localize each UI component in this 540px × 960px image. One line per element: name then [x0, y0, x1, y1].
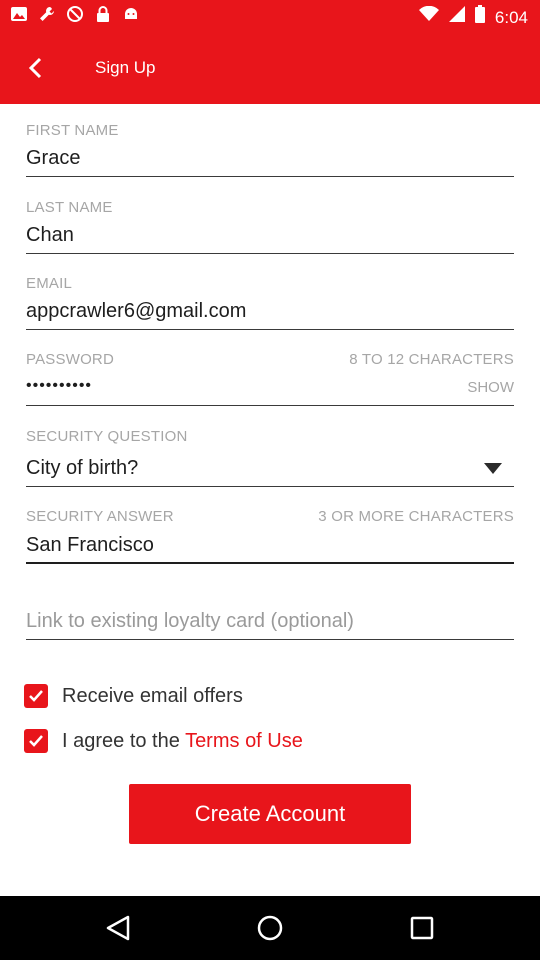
- home-circle-icon: [257, 915, 283, 941]
- status-time: 6:04: [494, 7, 528, 27]
- email-field[interactable]: EMAIL appcrawler6@gmail.com: [26, 272, 514, 334]
- email-offers-label: Receive email offers: [62, 684, 243, 707]
- email-underline: [26, 329, 514, 330]
- app-bar: Sign Up: [0, 32, 540, 104]
- first-name-label: FIRST NAME: [26, 122, 119, 139]
- terms-of-use-link[interactable]: Terms of Use: [185, 730, 303, 752]
- email-label: EMAIL: [26, 275, 73, 292]
- navigation-bar: [0, 896, 540, 960]
- system-icons: 6:04: [418, 5, 528, 30]
- back-arrow-icon: [28, 57, 42, 79]
- recents-square-icon: [410, 916, 434, 940]
- nav-home-button[interactable]: [254, 912, 286, 944]
- photo-icon: [10, 5, 28, 28]
- lock-icon: [94, 5, 112, 28]
- notification-icons: [10, 5, 140, 28]
- checkmark-icon: [29, 690, 43, 702]
- last-name-field[interactable]: LAST NAME Chan: [26, 195, 514, 257]
- android-icon: [122, 5, 140, 28]
- nav-back-button[interactable]: [102, 912, 134, 944]
- password-label: PASSWORD: [26, 351, 114, 368]
- security-answer-underline: [26, 562, 514, 564]
- checkmark-icon: [29, 735, 43, 747]
- security-question-underline: [26, 486, 514, 487]
- last-name-value[interactable]: Chan: [26, 224, 74, 247]
- security-question-select[interactable]: City of birth?: [26, 457, 138, 480]
- wrench-icon: [38, 5, 56, 28]
- signal-icon: [448, 6, 465, 29]
- security-question-label: SECURITY QUESTION: [26, 428, 188, 445]
- terms-checkbox[interactable]: [13, 718, 61, 766]
- nav-recents-button[interactable]: [406, 912, 438, 944]
- security-answer-hint: 3 OR MORE CHARACTERS: [318, 508, 514, 525]
- loyalty-card-field[interactable]: Link to existing loyalty card (optional): [26, 600, 514, 644]
- security-answer-label: SECURITY ANSWER: [26, 508, 174, 525]
- first-name-underline: [26, 176, 514, 177]
- last-name-underline: [26, 253, 514, 254]
- terms-prefix: I agree to the: [62, 729, 186, 752]
- status-bar: 6:04: [0, 0, 540, 32]
- password-hint: 8 TO 12 CHARACTERS: [349, 351, 514, 368]
- password-field[interactable]: PASSWORD 8 TO 12 CHARACTERS •••••••••• S…: [26, 348, 514, 410]
- create-account-button[interactable]: Create Account: [129, 784, 411, 844]
- terms-row[interactable]: I agree to the Terms of Use: [13, 718, 303, 766]
- terms-label: I agree to the Terms of Use: [62, 730, 303, 753]
- email-offers-checkbox[interactable]: [24, 684, 48, 708]
- back-button[interactable]: [14, 46, 58, 90]
- first-name-value[interactable]: Grace: [26, 147, 80, 170]
- loyalty-card-input[interactable]: Link to existing loyalty card (optional): [26, 610, 354, 633]
- security-answer-field[interactable]: SECURITY ANSWER 3 OR MORE CHARACTERS San…: [26, 505, 514, 567]
- blocked-icon: [66, 5, 84, 28]
- last-name-label: LAST NAME: [26, 199, 113, 216]
- loyalty-card-underline: [26, 639, 514, 640]
- security-question-field[interactable]: SECURITY QUESTION City of birth?: [26, 425, 514, 489]
- page-title: Sign Up: [95, 58, 156, 77]
- back-triangle-icon: [106, 915, 130, 941]
- email-value[interactable]: appcrawler6@gmail.com: [26, 300, 246, 323]
- security-answer-value[interactable]: San Francisco: [26, 534, 154, 557]
- password-underline: [26, 405, 514, 406]
- battery-icon: [474, 5, 485, 30]
- wifi-icon: [418, 5, 439, 29]
- first-name-field[interactable]: FIRST NAME Grace: [26, 118, 514, 180]
- dropdown-arrow-icon[interactable]: [484, 463, 502, 474]
- email-offers-row[interactable]: Receive email offers: [24, 681, 243, 711]
- password-value[interactable]: ••••••••••: [26, 377, 92, 395]
- show-password-toggle[interactable]: SHOW: [467, 379, 514, 396]
